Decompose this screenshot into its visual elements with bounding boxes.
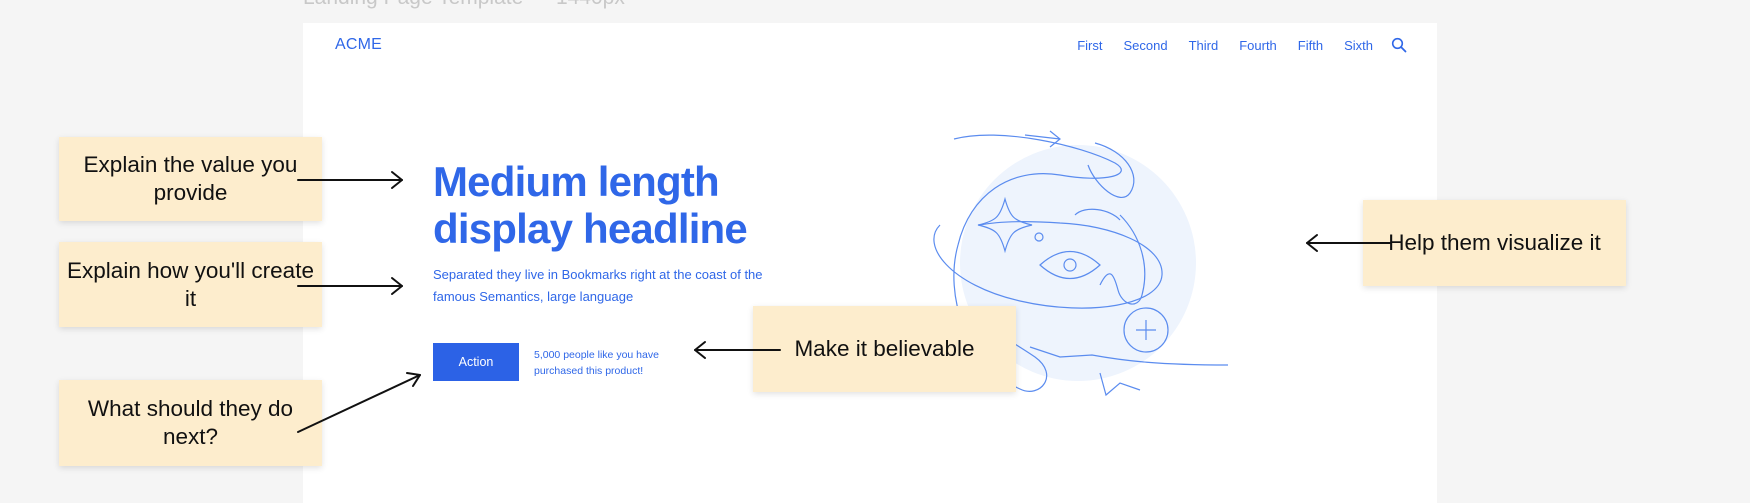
arrow-to-illustration-icon	[1306, 234, 1391, 252]
arrow-to-headline-icon	[297, 171, 403, 189]
arrow-to-subtext-icon	[297, 277, 403, 295]
annotation-arrows	[297, 171, 1391, 433]
arrow-to-action-icon	[297, 372, 421, 433]
arrow-to-social-proof-icon	[694, 341, 781, 359]
